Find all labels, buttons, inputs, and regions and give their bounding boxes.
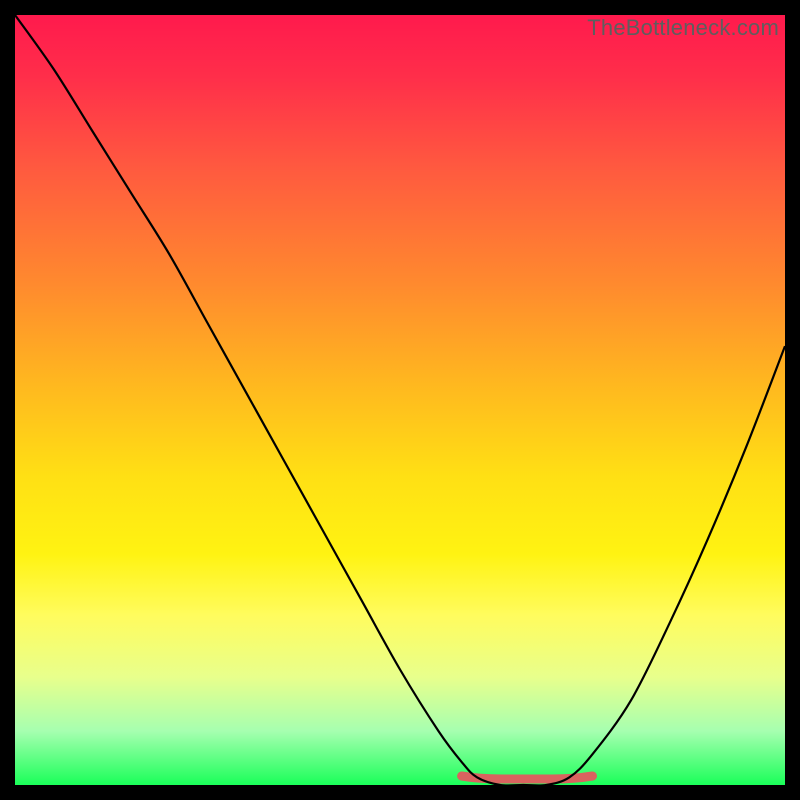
curve-line — [15, 15, 785, 785]
watermark-text: TheBottleneck.com — [587, 15, 779, 41]
chart-svg — [15, 15, 785, 785]
chart-frame: TheBottleneck.com — [0, 0, 800, 800]
plot-area: TheBottleneck.com — [15, 15, 785, 785]
